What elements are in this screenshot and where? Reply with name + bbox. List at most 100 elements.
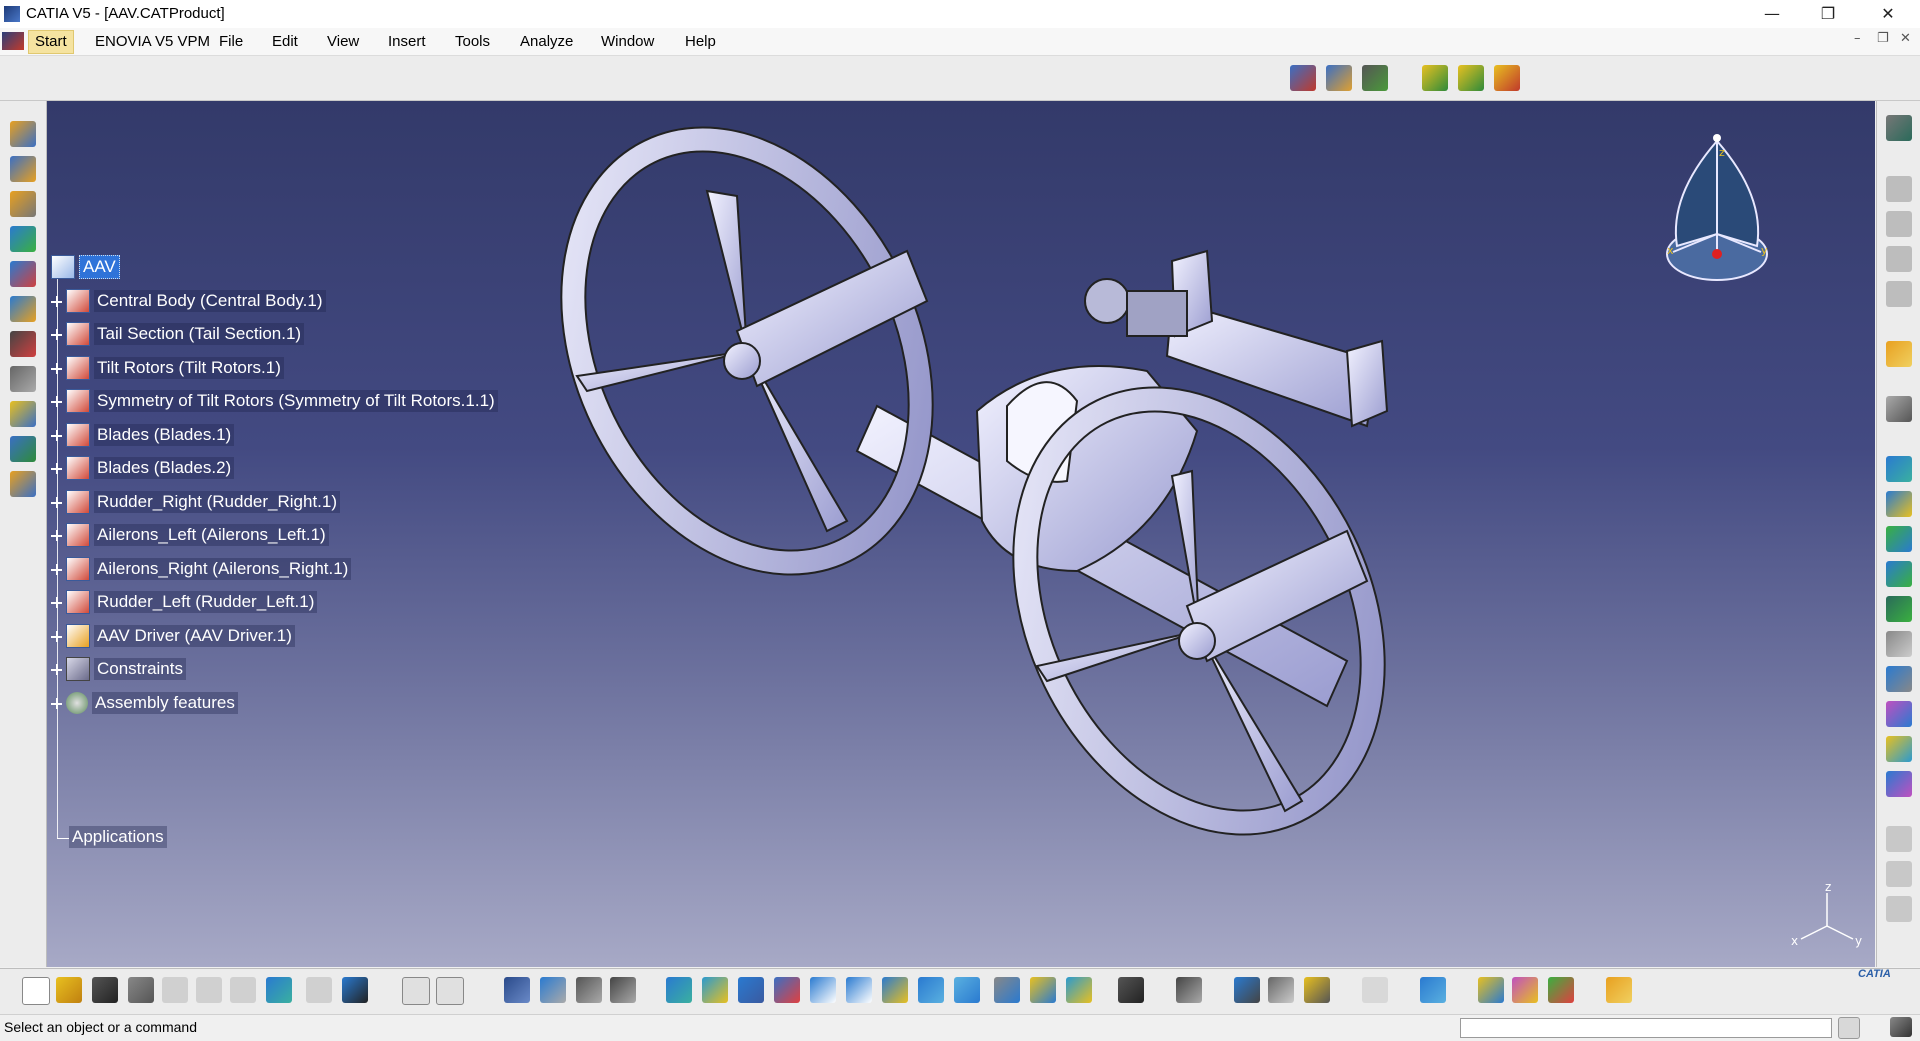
flexible-rigid-icon[interactable]	[1886, 701, 1912, 727]
fix-together-icon[interactable]	[1886, 631, 1912, 657]
pointer-icon[interactable]	[1886, 396, 1912, 422]
expand-icon[interactable]	[51, 362, 62, 374]
expand-icon[interactable]	[51, 663, 62, 675]
expand-icon[interactable]	[51, 328, 62, 340]
quick-constraint-icon[interactable]	[1886, 666, 1912, 692]
formula-icon[interactable]	[402, 977, 430, 1005]
catalog-browser-icon[interactable]	[540, 977, 566, 1003]
expand-icon[interactable]	[51, 429, 62, 441]
swap-visible-space-icon[interactable]	[1066, 977, 1092, 1003]
expand-icon[interactable]	[51, 596, 62, 608]
update-icon[interactable]	[1458, 65, 1484, 91]
expand-icon[interactable]	[51, 563, 62, 575]
analysis-icon[interactable]	[1548, 977, 1574, 1003]
knowledge-advisor-icon[interactable]	[436, 977, 464, 1005]
insert-component-icon[interactable]	[1326, 65, 1352, 91]
contact-constraint-icon[interactable]	[1886, 491, 1912, 517]
new-icon[interactable]	[22, 977, 50, 1005]
replace-component-icon[interactable]	[10, 261, 36, 287]
scenes-icon[interactable]	[1176, 977, 1202, 1003]
measure-icon[interactable]	[610, 977, 636, 1003]
tree-node-tilt-rotors[interactable]: Tilt Rotors (Tilt Rotors.1)	[51, 355, 284, 381]
zoom-out-icon[interactable]	[846, 977, 872, 1003]
expand-icon[interactable]	[51, 462, 62, 474]
pan-icon[interactable]	[738, 977, 764, 1003]
tree-node-blades-1[interactable]: Blades (Blades.1)	[51, 422, 235, 448]
clash-icon[interactable]	[576, 977, 602, 1003]
menu-tools[interactable]: Tools	[455, 33, 490, 50]
command-input[interactable]	[1460, 1018, 1832, 1038]
open-icon[interactable]	[56, 977, 82, 1003]
copy-icon[interactable]	[196, 977, 222, 1003]
render-icon[interactable]	[1512, 977, 1538, 1003]
menu-start[interactable]: Start	[28, 30, 74, 54]
undo-icon[interactable]	[266, 977, 292, 1003]
selective-load-icon[interactable]	[10, 366, 36, 392]
capture-camera-icon[interactable]	[1118, 977, 1144, 1003]
doc-minimize-button[interactable]: –	[1854, 31, 1861, 46]
whats-this-icon[interactable]	[342, 977, 368, 1003]
menu-edit[interactable]: Edit	[272, 33, 298, 50]
expand-icon[interactable]	[51, 395, 62, 407]
menu-enovia[interactable]: ENOVIA V5 VPM	[95, 33, 210, 50]
measure-between-icon[interactable]	[1234, 977, 1260, 1003]
3d-viewport[interactable]: AAV Central Body (Central Body.1) Tail S…	[47, 101, 1875, 967]
close-button[interactable]: ✕	[1860, 0, 1916, 28]
zoom-in-icon[interactable]	[810, 977, 836, 1003]
offset-constraint-icon[interactable]	[1886, 526, 1912, 552]
fix-component-icon[interactable]	[1886, 596, 1912, 622]
snap-icon[interactable]	[1886, 211, 1912, 237]
save-icon[interactable]	[92, 977, 118, 1003]
compass-icon[interactable]: z x y	[1657, 126, 1777, 286]
tree-node-root[interactable]: AAV	[51, 254, 120, 280]
expand-icon[interactable]	[51, 295, 62, 307]
tree-node-symmetry-tilt-rotors[interactable]: Symmetry of Tilt Rotors (Symmetry of Til…	[51, 388, 498, 414]
reuse-pattern-icon[interactable]	[1886, 771, 1912, 797]
rotate-icon[interactable]	[774, 977, 800, 1003]
angle-constraint-icon[interactable]	[1886, 561, 1912, 587]
flag-note-icon[interactable]	[1886, 896, 1912, 922]
doc-restore-button[interactable]: ❐	[1877, 31, 1889, 46]
constraint-icon[interactable]	[1494, 65, 1520, 91]
fast-multi-instantiation-icon[interactable]	[10, 471, 36, 497]
manage-representations-icon[interactable]	[10, 401, 36, 427]
annotation-icon[interactable]	[1886, 826, 1912, 852]
measure-inertia-icon[interactable]	[1304, 977, 1330, 1003]
menu-view[interactable]: View	[327, 33, 359, 50]
print-icon[interactable]	[128, 977, 154, 1003]
new-part-icon[interactable]	[10, 191, 36, 217]
text-with-leader-icon[interactable]	[1886, 861, 1912, 887]
tree-node-applications[interactable]: Applications	[69, 824, 167, 850]
tree-node-central-body[interactable]: Central Body (Central Body.1)	[51, 288, 326, 314]
grid-snap-icon[interactable]	[1606, 977, 1632, 1003]
multi-instantiation-icon[interactable]	[10, 436, 36, 462]
graph-tree-reordering-icon[interactable]	[10, 296, 36, 322]
publication-icon[interactable]	[1420, 977, 1446, 1003]
change-constraint-icon[interactable]	[1886, 736, 1912, 762]
coincidence-constraint-icon[interactable]	[1886, 456, 1912, 482]
menu-help[interactable]: Help	[685, 33, 716, 50]
tree-node-constraints[interactable]: Constraints	[51, 656, 186, 682]
command-list-icon[interactable]	[1838, 1017, 1860, 1039]
new-component-icon[interactable]	[10, 121, 36, 147]
stop-manipulate-on-clash-icon[interactable]	[1886, 281, 1912, 307]
tree-node-aav-driver[interactable]: AAV Driver (AAV Driver.1)	[51, 623, 295, 649]
minimize-button[interactable]: —	[1744, 0, 1800, 28]
expand-icon[interactable]	[51, 630, 62, 642]
hide-show-icon[interactable]	[1030, 977, 1056, 1003]
tree-node-rudder-left[interactable]: Rudder_Left (Rudder_Left.1)	[51, 589, 318, 615]
tree-node-assembly-features[interactable]: Assembly features	[51, 690, 238, 716]
tree-node-blades-2[interactable]: Blades (Blades.2)	[51, 455, 235, 481]
expand-icon[interactable]	[51, 496, 62, 508]
doc-close-button[interactable]: ✕	[1900, 31, 1911, 46]
tree-node-tail-section[interactable]: Tail Section (Tail Section.1)	[51, 321, 305, 347]
menu-analyze[interactable]: Analyze	[520, 33, 573, 50]
fix-icon[interactable]	[1422, 65, 1448, 91]
tree-node-ailerons-left[interactable]: Ailerons_Left (Ailerons_Left.1)	[51, 522, 329, 548]
menu-file[interactable]: File	[219, 33, 243, 50]
tree-node-rudder-right[interactable]: Rudder_Right (Rudder_Right.1)	[51, 489, 341, 515]
fly-mode-icon[interactable]	[666, 977, 692, 1003]
design-table-icon[interactable]	[504, 977, 530, 1003]
new-product-icon[interactable]	[10, 156, 36, 182]
tree-node-ailerons-right[interactable]: Ailerons_Right (Ailerons_Right.1)	[51, 556, 352, 582]
